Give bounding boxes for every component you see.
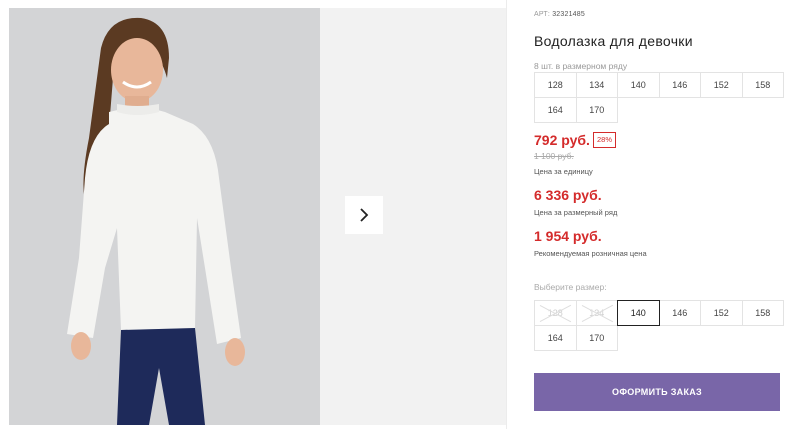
- size-row-note: 8 шт. в размерном ряду: [534, 61, 628, 71]
- size-option-158[interactable]: 158: [741, 300, 784, 326]
- article-label: АРТ:: [534, 11, 551, 18]
- size-option-128: 128: [534, 300, 577, 326]
- size-select-grid: 128 134 140 146 152 158 164 170: [534, 300, 784, 351]
- next-photo-button[interactable]: [345, 196, 383, 234]
- rrp-price: 1 954 руб.: [534, 228, 602, 244]
- size-row-cell: 152: [700, 72, 743, 98]
- size-row-cell: 140: [617, 72, 660, 98]
- article-value: 32321485: [552, 11, 585, 18]
- size-option-170[interactable]: 170: [575, 325, 618, 351]
- article-number: АРТ: 32321485: [534, 11, 585, 18]
- order-button[interactable]: ОФОРМИТЬ ЗАКАЗ: [534, 373, 780, 411]
- size-row-cell: 164: [534, 97, 577, 123]
- size-row-cell: 146: [658, 72, 701, 98]
- unit-price: 792 руб.: [534, 132, 590, 148]
- old-price: 1 100 руб.: [534, 151, 574, 161]
- size-row-cell: 170: [575, 97, 618, 123]
- row-price-label: Цена за размерный ряд: [534, 208, 618, 217]
- size-option-146[interactable]: 146: [658, 300, 701, 326]
- product-title: Водолазка для девочки: [534, 33, 693, 49]
- rrp-price-label: Рекомендуемая розничная цена: [534, 249, 647, 258]
- product-gallery: [0, 0, 506, 429]
- choose-size-label: Выберите размер:: [534, 282, 607, 292]
- product-photo[interactable]: [9, 8, 320, 425]
- size-option-152[interactable]: 152: [700, 300, 743, 326]
- unit-price-label: Цена за единицу: [534, 167, 593, 176]
- size-option-134: 134: [575, 300, 618, 326]
- size-row-cell: 134: [575, 72, 618, 98]
- size-option-140[interactable]: 140: [617, 300, 660, 326]
- size-row-cell: 128: [534, 72, 577, 98]
- size-row-grid: 128 134 140 146 152 158 164 170: [534, 72, 784, 123]
- row-price: 6 336 руб.: [534, 187, 602, 203]
- size-option-164[interactable]: 164: [534, 325, 577, 351]
- vertical-divider: [506, 0, 507, 429]
- discount-badge: 28%: [593, 132, 617, 148]
- size-row-cell: 158: [741, 72, 784, 98]
- chevron-right-icon: [360, 208, 369, 222]
